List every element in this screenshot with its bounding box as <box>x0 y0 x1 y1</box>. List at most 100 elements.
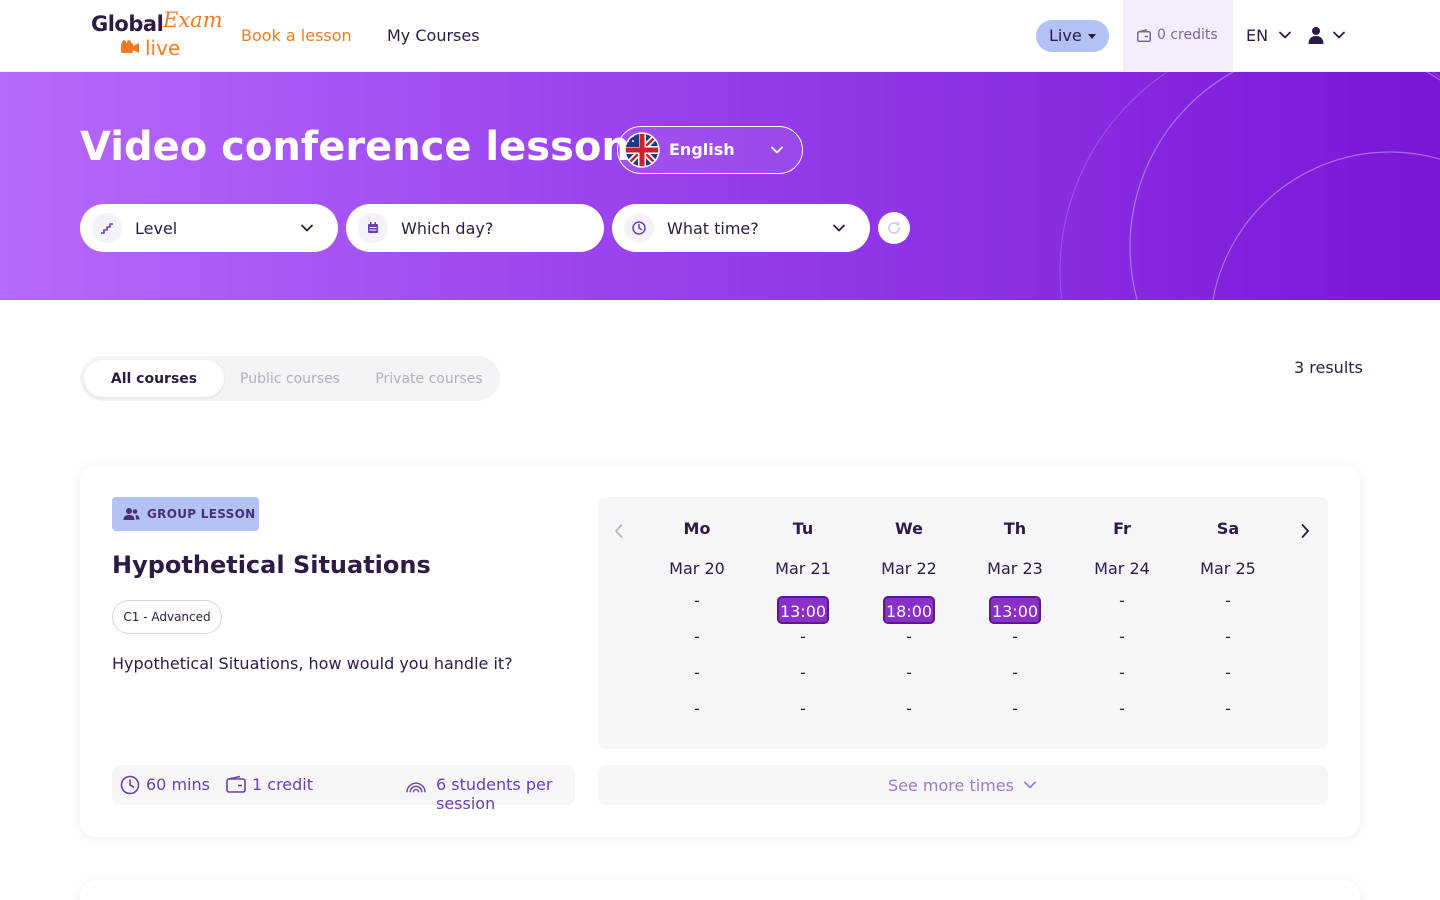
empty-slot: - <box>1012 663 1018 682</box>
video-camera-icon <box>121 40 139 53</box>
tab-public-courses[interactable]: Public courses <box>228 360 352 397</box>
group-icon <box>123 508 140 520</box>
day-filter[interactable]: Which day? <box>346 204 604 252</box>
reset-filters-button[interactable] <box>878 212 910 244</box>
day-name: Sa <box>1216 519 1240 538</box>
nav-my-courses[interactable]: My Courses <box>387 26 480 45</box>
day-column: Mo Mar 20 - - - - <box>657 497 737 749</box>
wallet-icon <box>1137 29 1151 42</box>
chevron-right-icon[interactable] <box>1298 523 1312 539</box>
students-text: 6 students per session <box>436 775 553 813</box>
live-mode-label: Live <box>1049 26 1082 45</box>
course-card: GROUP LESSON Hypothetical Situations C1 … <box>80 465 1360 837</box>
course-title: Hypothetical Situations <box>112 551 431 579</box>
page-title: Video conference lesson <box>80 124 630 170</box>
time-slot-button[interactable]: 13:00 <box>777 596 829 624</box>
time-slot-button[interactable]: 18:00 <box>883 596 935 624</box>
wallet-icon <box>226 775 246 793</box>
day-date: Mar 21 <box>775 559 831 578</box>
day-date: Mar 22 <box>881 559 937 578</box>
course-card <box>80 880 1360 900</box>
empty-slot: - <box>1225 591 1231 610</box>
live-mode-dropdown[interactable]: Live <box>1036 20 1109 52</box>
duration-text: 60 mins <box>146 775 210 794</box>
empty-slot: - <box>906 663 912 682</box>
day-column: We Mar 22 18:00 - - - <box>869 497 949 749</box>
clock-icon <box>632 221 646 235</box>
course-info-bar: 60 mins 1 credit 6 students per session <box>112 765 575 813</box>
hero-banner: Video conference lesson English Level Wh… <box>0 72 1440 300</box>
chevron-down-icon[interactable] <box>1278 28 1292 42</box>
chevron-down-icon <box>1024 781 1036 789</box>
day-date: Mar 25 <box>1200 559 1256 578</box>
top-navigation: Global Exam live Book a lesson My Course… <box>0 0 1440 72</box>
empty-slot: - <box>694 699 700 718</box>
decorative-circles <box>1059 72 1440 300</box>
see-more-times-button[interactable]: See more times <box>598 765 1328 805</box>
refresh-icon <box>888 222 900 234</box>
tab-private-courses[interactable]: Private courses <box>362 360 496 397</box>
tab-all-courses[interactable]: All courses <box>84 360 224 397</box>
course-type-tabs: All courses Public courses Private cours… <box>80 356 500 401</box>
empty-slot: - <box>694 591 700 610</box>
day-date: Mar 24 <box>1094 559 1150 578</box>
chevron-left-icon[interactable] <box>612 523 626 539</box>
caret-down-icon <box>1088 34 1096 39</box>
empty-slot: - <box>1119 591 1125 610</box>
empty-slot: - <box>906 627 912 646</box>
see-more-label: See more times <box>888 776 1014 795</box>
chevron-down-icon <box>771 146 783 154</box>
stairs-icon <box>101 223 113 234</box>
credits-button[interactable]: 0 credits <box>1123 0 1233 72</box>
user-icon[interactable] <box>1307 26 1325 44</box>
empty-slot: - <box>694 627 700 646</box>
day-name: Fr <box>1113 519 1131 538</box>
chevron-down-icon[interactable] <box>1332 28 1346 42</box>
empty-slot: - <box>1012 627 1018 646</box>
day-icon-wrap <box>358 213 388 243</box>
empty-slot: - <box>906 699 912 718</box>
course-description: Hypothetical Situations, how would you h… <box>112 654 513 673</box>
uk-us-flag-icon <box>624 132 660 168</box>
empty-slot: - <box>694 663 700 682</box>
time-icon-wrap <box>624 213 654 243</box>
chevron-down-icon <box>301 224 313 232</box>
day-name: Th <box>1003 519 1027 538</box>
day-column: Fr Mar 24 - - - - <box>1082 497 1162 749</box>
day-name: Mo <box>683 519 711 538</box>
global-exam-live-logo[interactable]: Global Exam live <box>91 8 223 62</box>
nav-book-a-lesson[interactable]: Book a lesson <box>241 26 352 45</box>
empty-slot: - <box>1119 699 1125 718</box>
empty-slot: - <box>1119 627 1125 646</box>
course-language-dropdown[interactable]: English <box>617 126 803 174</box>
empty-slot: - <box>1119 663 1125 682</box>
language-selector[interactable]: EN <box>1246 26 1268 45</box>
empty-slot: - <box>1225 627 1231 646</box>
logo-live-text: live <box>145 36 181 60</box>
level-filter-label: Level <box>135 219 178 238</box>
logo-exam-text: Exam <box>163 8 223 32</box>
rainbow-icon <box>406 782 426 793</box>
empty-slot: - <box>1012 699 1018 718</box>
level-filter[interactable]: Level <box>80 204 338 252</box>
results-count: 3 results <box>1294 358 1363 377</box>
time-slot-button[interactable]: 13:00 <box>989 596 1041 624</box>
empty-slot: - <box>1225 699 1231 718</box>
lesson-type-badge: GROUP LESSON <box>112 497 259 531</box>
level-chip: C1 - Advanced <box>112 600 222 634</box>
time-filter[interactable]: What time? <box>612 204 870 252</box>
day-column: Tu Mar 21 13:00 - - - <box>763 497 843 749</box>
course-language-label: English <box>669 140 735 159</box>
clock-icon <box>120 775 140 795</box>
logo-global-text: Global <box>91 12 164 36</box>
empty-slot: - <box>800 663 806 682</box>
day-name: We <box>895 519 923 538</box>
day-column: Th Mar 23 13:00 - - - <box>975 497 1055 749</box>
schedule-calendar: Mo Mar 20 - - - - Tu Mar 21 13:00 - - - We Mar 22 18:0… <box>598 497 1328 749</box>
empty-slot: - <box>1225 663 1231 682</box>
day-date: Mar 20 <box>669 559 725 578</box>
credit-text: 1 credit <box>252 775 314 794</box>
empty-slot: - <box>800 699 806 718</box>
day-date: Mar 23 <box>987 559 1043 578</box>
day-column: Sa Mar 25 - - - - <box>1188 497 1268 749</box>
